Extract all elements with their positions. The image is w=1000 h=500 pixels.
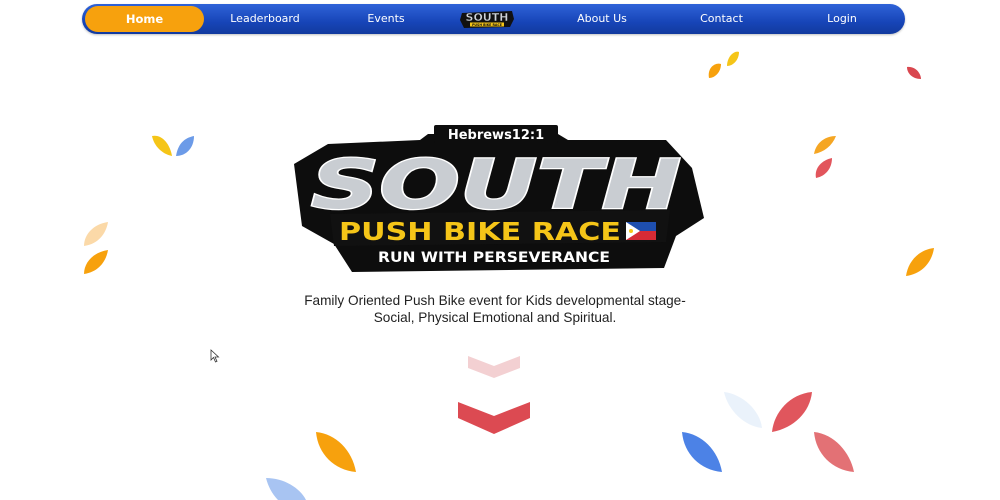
main-navbar: Home Leaderboard Events SOUTH PUSH BIKE … — [82, 4, 905, 34]
scroll-down-chevron-faded-icon[interactable] — [466, 354, 522, 380]
nav-events-link[interactable]: Events — [342, 4, 430, 34]
nav-login-link[interactable]: Login — [807, 4, 877, 34]
decorative-petal — [907, 66, 921, 79]
mouse-cursor-icon — [210, 349, 220, 363]
svg-text:Hebrews12:1: Hebrews12:1 — [448, 128, 544, 143]
nav-logo[interactable]: SOUTH PUSH BIKE RACE — [458, 7, 516, 31]
logo-subtitle: PUSH BIKE RACE — [339, 217, 621, 246]
decorative-petal-cluster — [724, 392, 854, 472]
nav-contact-link[interactable]: Contact — [679, 4, 764, 34]
nav-about-link[interactable]: About Us — [559, 4, 645, 34]
south-push-bike-race-logo: Hebrews12:1 SOUTH PUSH BIKE RACE RUN WIT… — [294, 125, 704, 272]
philippines-flag-icon — [626, 222, 656, 240]
decorative-petal — [316, 432, 356, 472]
decorative-petal — [682, 432, 722, 472]
logo-motto: RUN WITH PERSEVERANCE — [378, 250, 610, 266]
decorative-petal-cluster — [152, 135, 194, 156]
nav-leaderboard-link[interactable]: Leaderboard — [217, 4, 313, 34]
decorative-petal — [266, 478, 306, 500]
hero-tagline: Family Oriented Push Bike event for Kids… — [240, 292, 750, 326]
decorative-petal — [906, 248, 934, 276]
decorative-petal-cluster — [84, 222, 108, 274]
nav-home-link[interactable]: Home — [85, 6, 204, 32]
decorative-petal-cluster — [814, 136, 836, 178]
svg-text:PUSH BIKE RACE: PUSH BIKE RACE — [472, 23, 502, 27]
decorative-petal-cluster — [708, 51, 739, 78]
scroll-down-chevron-icon[interactable] — [456, 400, 532, 436]
tagline-line-2: Social, Physical Emotional and Spiritual… — [373, 310, 617, 325]
tagline-line-1: Family Oriented Push Bike event for Kids… — [304, 293, 686, 308]
